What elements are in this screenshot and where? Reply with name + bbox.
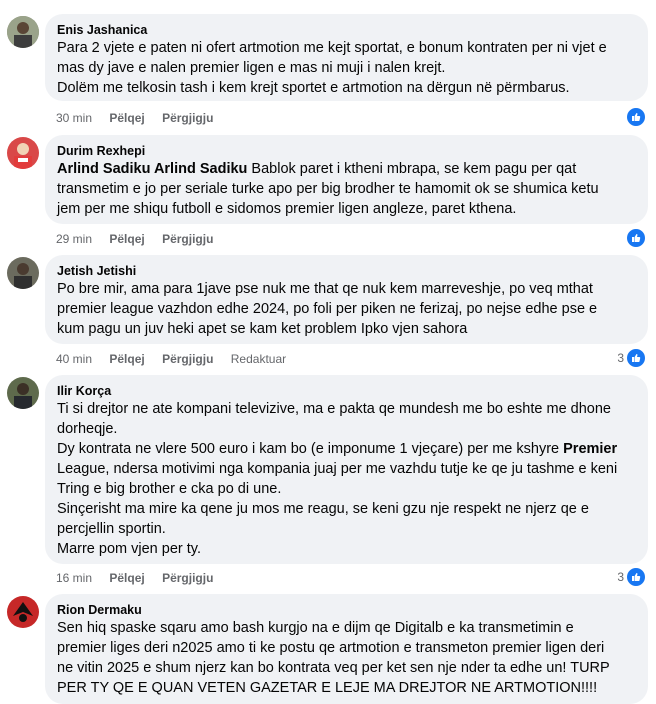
comment-author[interactable]: Durim Rexhepi <box>57 143 636 159</box>
reply-button[interactable]: Përgjigju <box>162 571 213 585</box>
avatar[interactable] <box>7 377 39 409</box>
comment-text-line: Para 2 vjete e paten ni ofert artmotion … <box>57 40 607 56</box>
comment-text-line: Tring e big brother e cka po di une. <box>57 481 282 497</box>
comment-text-line: jem per me shiqu futboll e sidomos premi… <box>57 201 517 217</box>
comment-bubble: Durim Rexhepi Arlind Sadiku Arlind Sadik… <box>45 135 648 224</box>
comment-actions: 29 min Pëlqej Përgjigju <box>56 231 227 247</box>
reply-button[interactable]: Përgjigju <box>162 352 213 366</box>
thumbs-up-icon <box>626 228 646 248</box>
like-button[interactable]: Pëlqej <box>109 232 144 246</box>
comment-actions: 16 min Pëlqej Përgjigju <box>56 570 227 586</box>
comment-text-line: percjellin sportin. <box>57 521 166 537</box>
comment-text-line: Sen hiq spaske sqaru amo bash kurgjo na … <box>57 620 574 636</box>
comment-text: Dy kontrata ne vlere 500 euro i kam bo (… <box>57 441 564 457</box>
reaction-summary[interactable]: 3 <box>617 567 646 587</box>
comment-text-line: Dolëm me telkosin tash i kem krejt sport… <box>57 80 570 96</box>
thumbs-up-icon <box>626 567 646 587</box>
avatar[interactable] <box>7 257 39 289</box>
reply-button[interactable]: Përgjigju <box>162 232 213 246</box>
thumbs-up-icon <box>626 107 646 127</box>
comment-text-line: Ti si drejtor ne ate kompani televizive,… <box>57 401 611 417</box>
reaction-count: 3 <box>617 570 624 584</box>
comment-actions: 40 min Pëlqej Përgjigju Redaktuar <box>56 351 300 367</box>
mention-link[interactable]: Arlind Sadiku Arlind Sadiku <box>57 161 247 177</box>
comment-author[interactable]: Jetish Jetishi <box>57 263 636 279</box>
comment-author[interactable]: Enis Jashanica <box>57 22 636 38</box>
comment-text-line: premier liges deri n2025 amo ti ke postu… <box>57 640 605 656</box>
comment-text-line: dorheqje. <box>57 421 118 437</box>
reaction-summary[interactable]: 3 <box>617 348 646 368</box>
comment-bubble: Jetish Jetishi Po bre mir, ama para 1jav… <box>45 255 648 344</box>
comment-text-line: premier league vazhdon edhe 2024, po fol… <box>57 301 598 317</box>
comment-actions: 30 min Pëlqej Përgjigju <box>56 110 227 126</box>
comment-text-line: Marre pom vjen per ty. <box>57 541 201 557</box>
comment-text: Bablok paret i ktheni mbrapa, se kem pag… <box>247 161 577 177</box>
comment-text-line: mas dy jave e nalen premier ligen e mas … <box>57 60 446 76</box>
avatar[interactable] <box>7 596 39 628</box>
comment-time[interactable]: 40 min <box>56 352 92 366</box>
comment-bubble: Rion Dermaku Sen hiq spaske sqaru amo ba… <box>45 594 648 704</box>
comment-text-line: League, ndersa motivimi nga kompania jua… <box>57 461 618 477</box>
comment-bubble: Ilir Korça Ti si drejtor ne ate kompani … <box>45 375 648 564</box>
comment-text-line: Sinçerisht ma mire ka qene ju mos me rea… <box>57 501 589 517</box>
comment-time[interactable]: 30 min <box>56 111 92 125</box>
comment-time[interactable]: 29 min <box>56 232 92 246</box>
avatar[interactable] <box>7 137 39 169</box>
edited-label[interactable]: Redaktuar <box>231 352 286 366</box>
bold-text: Premier <box>563 441 618 457</box>
comment-author[interactable]: Rion Dermaku <box>57 602 636 618</box>
comment-text-line: ne vitin 2025 e shum njerz kan bo kontra… <box>57 660 610 676</box>
thumbs-up-icon <box>626 348 646 368</box>
like-button[interactable]: Pëlqej <box>109 571 144 585</box>
comment-text-line: Po bre mir, ama para 1jave pse nuk me th… <box>57 281 593 297</box>
reaction-summary[interactable] <box>626 228 646 248</box>
reaction-count: 3 <box>617 351 624 365</box>
comment-text-line: Dy kontrata ne vlere 500 euro i kam bo (… <box>57 439 636 459</box>
comment-text-line: kum pagu un juv heki apet se kam ket pro… <box>57 321 468 337</box>
reply-button[interactable]: Përgjigju <box>162 111 213 125</box>
like-button[interactable]: Pëlqej <box>109 111 144 125</box>
comment-text-line: PER TY QE E QUAN VETEN GAZETAR E LEJE MA… <box>57 680 598 696</box>
reaction-summary[interactable] <box>626 107 646 127</box>
comment-text-line: Arlind Sadiku Arlind Sadiku Bablok paret… <box>57 159 636 179</box>
previous-comment-fragment <box>100 0 180 2</box>
avatar[interactable] <box>7 16 39 48</box>
comment-text-line: transmetim e jo per seriale turke apo pe… <box>57 181 599 197</box>
like-button[interactable]: Pëlqej <box>109 352 144 366</box>
comment-time[interactable]: 16 min <box>56 571 92 585</box>
comment-bubble: Enis Jashanica Para 2 vjete e paten ni o… <box>45 14 648 101</box>
comment-author[interactable]: Ilir Korça <box>57 383 636 399</box>
